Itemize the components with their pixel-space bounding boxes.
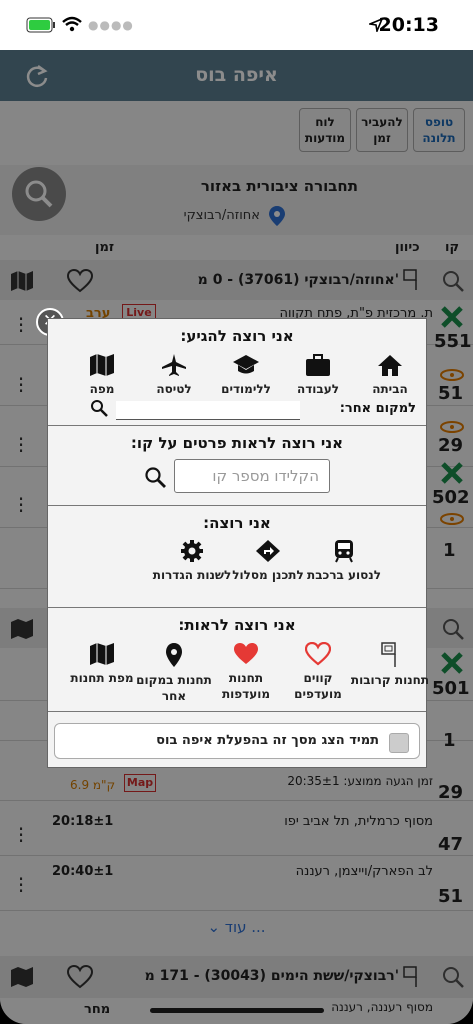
want-section: אני רוצה: לנסוע ברכבת לתכנן מסלול לשנות … [48, 506, 426, 608]
signal-dots-icon: ●●●● [88, 18, 134, 32]
airplane-icon [162, 354, 186, 376]
always-show-label: תמיד הצג מסך זה בהפעלת איפה בוס [156, 733, 379, 748]
always-show-checkbox[interactable] [389, 733, 409, 753]
option-map[interactable]: מפה [62, 353, 142, 397]
see-title: אני רוצה לראות: [178, 616, 296, 634]
briefcase-icon [306, 354, 330, 376]
bus-stop-sign-icon [381, 642, 396, 667]
option-favorite-lines[interactable]: קווים מועדפים [278, 642, 358, 702]
quick-actions-dialog: אני רוצה להגיע: הביתה לעבודה ללימודים לט… [47, 318, 429, 768]
want-title: אני רוצה: [203, 514, 271, 532]
location-pin-icon [166, 643, 182, 667]
line-section: אני רוצה לראות פרטים על קו: הקלידו מספר … [48, 426, 426, 506]
option-favorite-stops[interactable]: תחנות מועדפות [206, 642, 286, 702]
map-icon [90, 643, 114, 665]
gear-icon [181, 540, 203, 562]
train-icon [335, 540, 353, 563]
arrive-title: אני רוצה להגיע: [180, 327, 294, 345]
heart-filled-icon [234, 643, 258, 664]
option-home[interactable]: הביתה [350, 353, 430, 397]
option-work[interactable]: לעבודה [278, 353, 358, 397]
other-place-input[interactable] [116, 401, 300, 420]
always-show-row[interactable]: תמיד הצג מסך זה בהפעלת איפה בוס [54, 723, 420, 759]
arrive-section: אני רוצה להגיע: הביתה לעבודה ללימודים לט… [48, 319, 426, 426]
app-screen: ●●●● 20:13 איפה בוס טופס תלונה להעביר זמ… [0, 0, 473, 1024]
option-studies[interactable]: ללימודים [206, 353, 286, 397]
map-icon [90, 354, 114, 376]
search-icon[interactable] [144, 466, 166, 488]
option-nearby-stops[interactable]: תחנות קרובות [350, 642, 430, 688]
search-icon[interactable] [90, 399, 108, 417]
line-number-input[interactable]: הקלידו מספר קו [174, 459, 330, 493]
home-icon [378, 355, 402, 376]
directions-icon [256, 540, 280, 562]
status-time: 20:13 [378, 14, 439, 36]
option-stops-elsewhere[interactable]: תחנות במקום אחר [134, 642, 214, 704]
option-stops-map[interactable]: מפת תחנות [62, 642, 142, 686]
line-title: אני רוצה לראות פרטים על קו: [130, 434, 344, 452]
see-section: אני רוצה לראות: תחנות קרובות קווים מועדפ… [48, 608, 429, 712]
graduation-cap-icon [233, 355, 259, 374]
option-train[interactable]: לנסוע ברכבת [304, 539, 384, 583]
option-flight[interactable]: לטיסה [134, 353, 214, 397]
battery-icon [26, 17, 55, 33]
wifi-icon [62, 16, 82, 32]
option-settings[interactable]: לשנות הגדרות [152, 539, 232, 583]
option-plan-route[interactable]: לתכנן מסלול [228, 539, 308, 583]
home-indicator[interactable] [150, 1008, 324, 1013]
other-place-label: למקום אחר: [339, 401, 416, 416]
status-bar: ●●●● 20:13 [0, 0, 473, 50]
heart-outline-icon [305, 642, 331, 666]
